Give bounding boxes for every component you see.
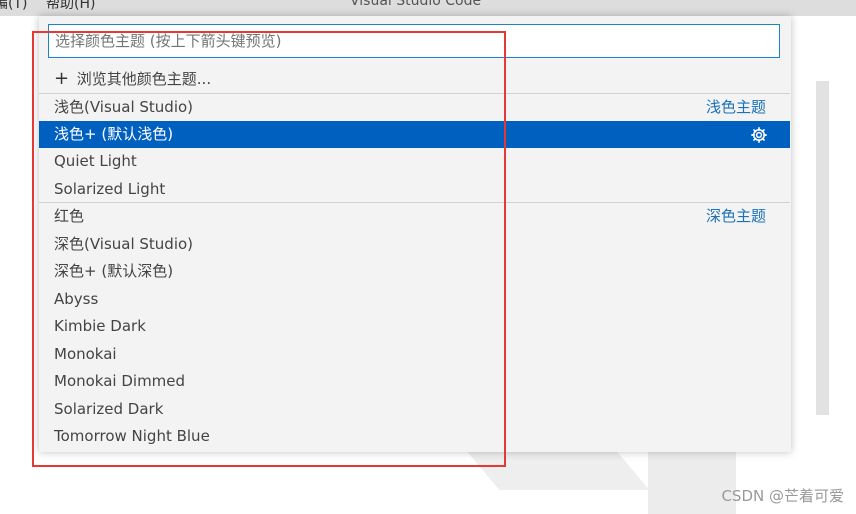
theme-label: Abyss — [54, 290, 99, 308]
theme-label: Solarized Light — [54, 180, 166, 198]
theme-label: Monokai Dimmed — [54, 372, 186, 390]
window-title: Visual Studio Code — [350, 0, 482, 9]
theme-label: 深色(Visual Studio) — [54, 235, 194, 253]
menu-bar: 编(T) 帮助(H) Visual Studio Code — [0, 0, 856, 16]
theme-item-solarized-dark[interactable]: Solarized Dark — [39, 396, 790, 423]
theme-item-light-plus[interactable]: 浅色+ (默认浅色) — [39, 121, 790, 148]
theme-item-abyss[interactable]: Abyss — [39, 286, 790, 313]
theme-label: 红色 — [54, 207, 85, 225]
plus-icon: + — [54, 68, 70, 89]
theme-item-red[interactable]: 红色 深色主题 — [39, 203, 790, 230]
list-scrollbar[interactable] — [816, 81, 829, 415]
theme-label: Solarized Dark — [54, 400, 164, 418]
theme-item-quiet-light[interactable]: Quiet Light — [39, 148, 790, 175]
theme-label: 深色+ (默认深色) — [54, 262, 174, 280]
group-label-light: 浅色主题 — [705, 98, 766, 116]
browse-themes-item[interactable]: + 浏览其他颜色主题... — [39, 65, 790, 92]
theme-label: 浅色(Visual Studio) — [54, 98, 194, 116]
theme-item-tomorrow-night-blue[interactable]: Tomorrow Night Blue — [39, 423, 790, 450]
theme-label: Monokai — [54, 345, 117, 363]
theme-label: 浅色+ (默认浅色) — [54, 125, 174, 143]
theme-item-dark-vs[interactable]: 深色(Visual Studio) — [39, 231, 790, 258]
group-label-dark: 深色主题 — [705, 207, 766, 225]
theme-item-monokai-dimmed[interactable]: Monokai Dimmed — [39, 368, 790, 395]
theme-item-monokai[interactable]: Monokai — [39, 341, 790, 368]
theme-label: Tomorrow Night Blue — [54, 427, 210, 445]
theme-item-dark-plus[interactable]: 深色+ (默认深色) — [39, 258, 790, 285]
theme-search-input[interactable] — [48, 24, 780, 58]
menu-item-edit[interactable]: 编(T) — [0, 0, 27, 13]
theme-item-kimbie-dark[interactable]: Kimbie Dark — [39, 313, 790, 340]
theme-item-light-vs[interactable]: 浅色(Visual Studio) 浅色主题 — [39, 94, 790, 121]
browse-themes-label: 浏览其他颜色主题... — [76, 70, 212, 88]
theme-label: Quiet Light — [54, 152, 137, 170]
theme-item-solarized-light[interactable]: Solarized Light — [39, 176, 790, 203]
color-theme-quick-pick: + 浏览其他颜色主题... 浅色(Visual Studio) 浅色主题 浅色+… — [39, 16, 829, 452]
gear-icon[interactable] — [750, 126, 768, 144]
theme-label: Kimbie Dark — [54, 317, 146, 335]
menu-item-help[interactable]: 帮助(H) — [46, 0, 95, 13]
watermark-text: CSDN @芒着可爱 — [721, 487, 844, 505]
